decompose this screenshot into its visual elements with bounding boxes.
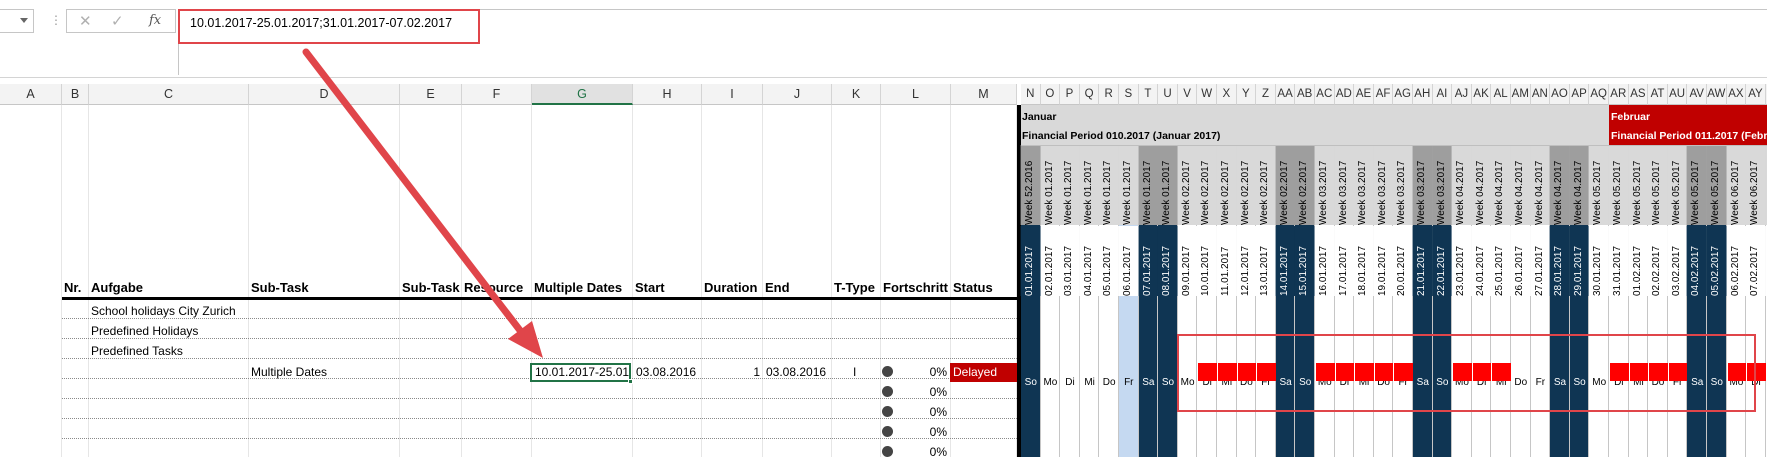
annotation-arrow [302,48,543,358]
excel-window: ⋮ ✕ ✓ fx 10.01.2017-25.01.2017;31.01.201… [0,0,1767,457]
